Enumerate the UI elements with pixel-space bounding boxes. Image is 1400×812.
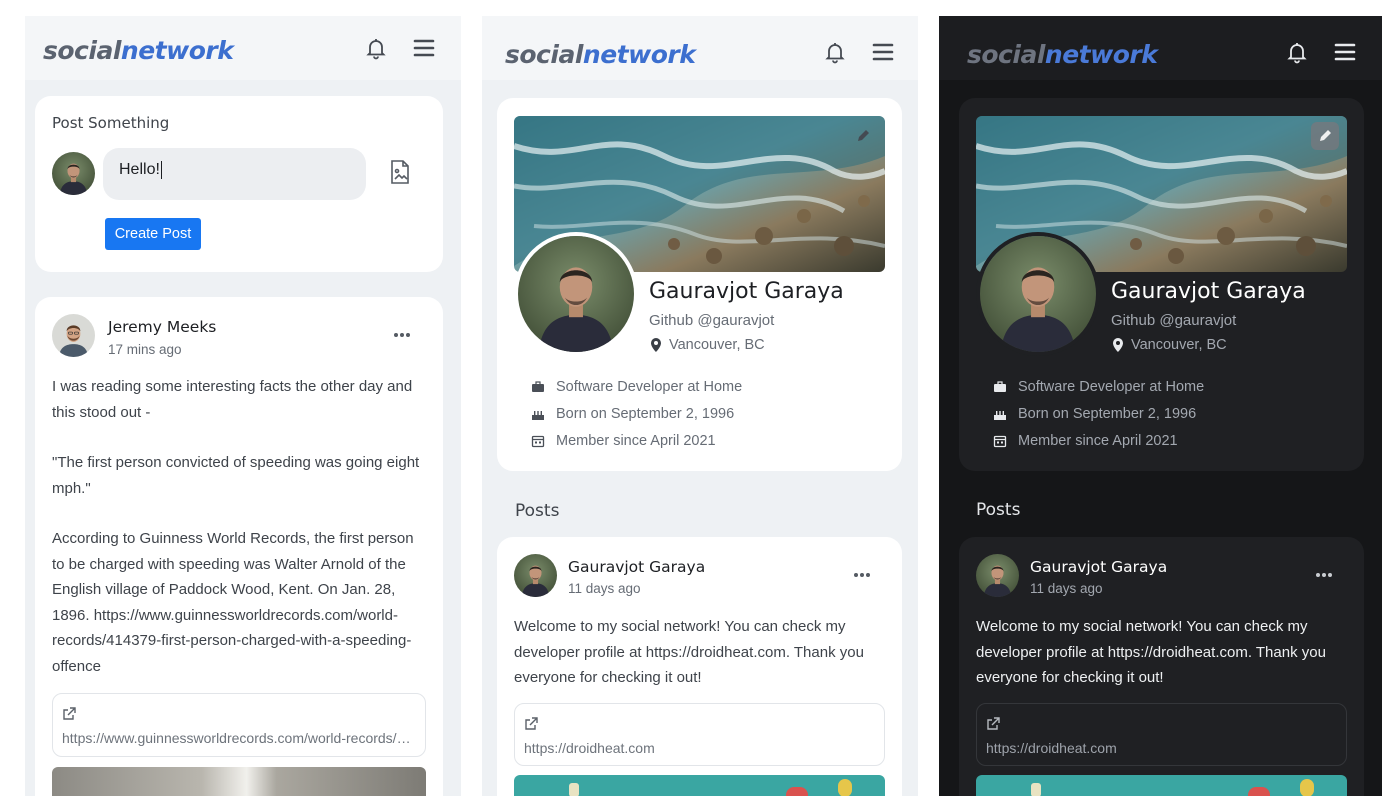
app-header: socialnetwork	[25, 16, 461, 80]
link-preview[interactable]: https://droidheat.com	[976, 703, 1347, 766]
post-image	[52, 767, 426, 796]
edit-icon[interactable]	[849, 122, 877, 150]
profile-avatar[interactable]	[514, 232, 638, 356]
create-post-button[interactable]: Create Post	[105, 218, 201, 250]
post-body: Welcome to my social network! You can ch…	[976, 618, 1326, 686]
profile-panel-light: socialnetwork Gauravjot Garaya Github @g…	[482, 16, 918, 796]
profile-name: Gauravjot Garaya	[1111, 279, 1306, 304]
briefcase-icon	[532, 381, 544, 392]
link-preview[interactable]: https://droidheat.com	[514, 703, 885, 766]
more-icon[interactable]	[394, 331, 416, 339]
document-icon[interactable]	[389, 159, 411, 185]
profile-github[interactable]: Github @gauravjot	[649, 312, 774, 329]
avatar[interactable]	[976, 554, 1019, 597]
link-url[interactable]: https://droidheat.com	[986, 740, 1338, 756]
profile-job: Software Developer at Home	[531, 379, 831, 397]
external-link-icon	[525, 717, 538, 730]
composer-title: Post Something	[52, 114, 170, 132]
post-time: 11 days ago	[1030, 581, 1103, 596]
post-paragraph: I was reading some interesting facts the…	[52, 378, 413, 421]
external-link-icon	[63, 707, 76, 720]
calendar-icon	[993, 435, 1007, 448]
brand-logo[interactable]: socialnetwork	[505, 40, 696, 69]
post-body: Welcome to my social network! You can ch…	[514, 618, 864, 686]
cake-icon	[532, 411, 544, 420]
post-card: Gauravjot Garaya 11 days ago Welcome to …	[497, 537, 902, 796]
profile-card: Gauravjot Garaya Github @gauravjot Vanco…	[497, 98, 902, 471]
external-link-icon	[987, 717, 1000, 730]
profile-panel-dark: socialnetwork Gauravjot Garaya Github @g…	[939, 16, 1382, 796]
post-card: Gauravjot Garaya 11 days ago Welcome to …	[959, 537, 1364, 796]
post-author[interactable]: Gauravjot Garaya	[1030, 558, 1167, 576]
profile-avatar[interactable]	[976, 232, 1100, 356]
bell-icon[interactable]	[1285, 40, 1309, 64]
profile-job: Software Developer at Home	[993, 379, 1293, 397]
post-input[interactable]: Hello!	[103, 148, 366, 200]
composer-card: Post Something Hello! Create Post	[35, 96, 443, 272]
post-author[interactable]: Gauravjot Garaya	[568, 558, 705, 576]
calendar-icon	[531, 435, 545, 448]
profile-name: Gauravjot Garaya	[649, 279, 844, 304]
feed-panel: socialnetwork Post Something Hello! Crea…	[25, 16, 461, 796]
post-paragraph: "The first person convicted of speeding …	[52, 454, 420, 497]
location-icon	[1113, 338, 1123, 352]
more-icon[interactable]	[1316, 571, 1338, 579]
profile-born: Born on September 2, 1996	[531, 406, 831, 424]
menu-icon[interactable]	[1333, 40, 1357, 64]
post-time: 11 days ago	[568, 581, 641, 596]
brand-logo[interactable]: socialnetwork	[43, 36, 234, 65]
menu-icon[interactable]	[871, 40, 895, 64]
post-paragraph: According to Guinness World Records, the…	[52, 530, 414, 675]
menu-icon[interactable]	[412, 36, 436, 60]
profile-member-since: Member since April 2021	[993, 433, 1293, 451]
link-preview[interactable]: https://www.guinnessworldrecords.com/wor…	[52, 693, 426, 757]
more-icon[interactable]	[854, 571, 876, 579]
profile-github[interactable]: Github @gauravjot	[1111, 312, 1236, 329]
profile-born: Born on September 2, 1996	[993, 406, 1293, 424]
post-author[interactable]: Jeremy Meeks	[108, 318, 216, 336]
profile-member-since: Member since April 2021	[531, 433, 831, 451]
edit-icon[interactable]	[1311, 122, 1339, 150]
bell-icon[interactable]	[364, 36, 388, 60]
bell-icon[interactable]	[823, 40, 847, 64]
profile-location: Vancouver, BC	[1111, 337, 1311, 355]
app-header: socialnetwork	[939, 16, 1382, 80]
posts-heading: Posts	[515, 501, 560, 521]
app-header: socialnetwork	[482, 16, 918, 80]
avatar[interactable]	[52, 314, 95, 357]
profile-location: Vancouver, BC	[649, 337, 849, 355]
post-time: 17 mins ago	[108, 342, 182, 357]
avatar[interactable]	[514, 554, 557, 597]
post-body: I was reading some interesting facts the…	[52, 374, 428, 679]
post-card: Jeremy Meeks 17 mins ago I was reading s…	[35, 297, 443, 796]
avatar	[52, 152, 95, 195]
post-image	[514, 775, 885, 796]
post-image	[976, 775, 1347, 796]
briefcase-icon	[994, 381, 1006, 392]
profile-card: Gauravjot Garaya Github @gauravjot Vanco…	[959, 98, 1364, 471]
link-url[interactable]: https://www.guinnessworldrecords.com/wor…	[62, 730, 417, 746]
posts-heading: Posts	[976, 500, 1021, 520]
brand-logo[interactable]: socialnetwork	[967, 40, 1158, 69]
link-url[interactable]: https://droidheat.com	[524, 740, 876, 756]
location-icon	[651, 338, 661, 352]
cake-icon	[994, 411, 1006, 420]
